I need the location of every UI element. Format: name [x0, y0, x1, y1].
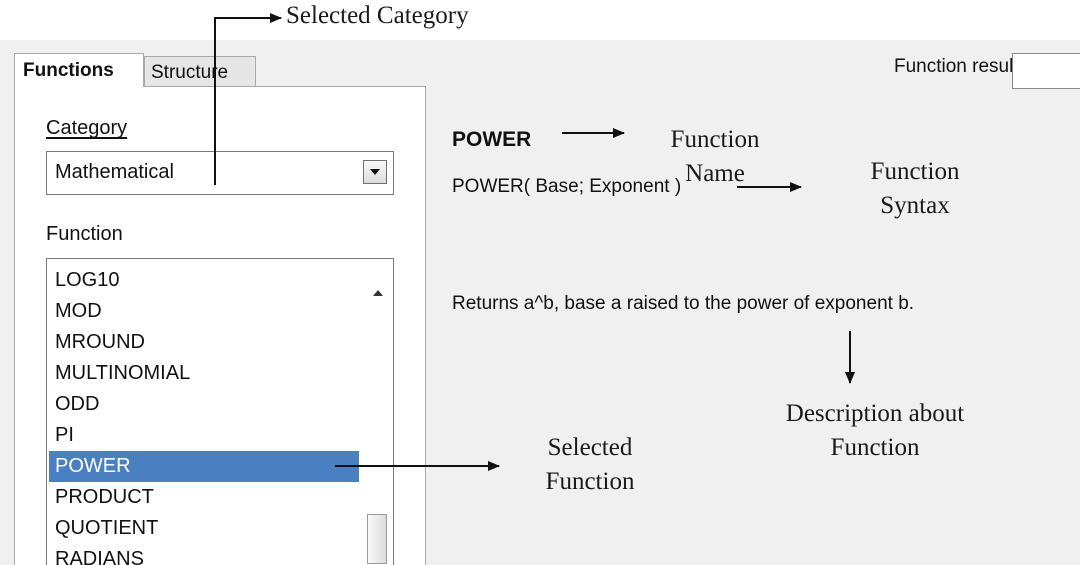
list-item-selected[interactable]: POWER — [49, 451, 359, 482]
chevron-down-icon[interactable] — [363, 160, 387, 184]
function-name: POWER — [452, 128, 532, 151]
scroll-up-arrow-icon[interactable] — [373, 283, 383, 301]
annotation-function-name-line2: Name — [685, 160, 745, 187]
list-item[interactable]: MOD — [49, 296, 359, 327]
function-result-label: Function result — [894, 56, 1019, 77]
annotation-selected-function-line2: Function — [545, 468, 635, 495]
list-item[interactable]: PI — [49, 420, 359, 451]
annotation-selected-category: Selected Category — [286, 2, 469, 29]
list-item[interactable]: LOG10 — [49, 265, 359, 296]
list-item[interactable]: MROUND — [49, 327, 359, 358]
annotation-function-syntax-line2: Syntax — [880, 192, 950, 219]
list-item[interactable]: RADIANS — [49, 544, 359, 565]
tab-functions[interactable]: Functions — [14, 53, 144, 87]
annotation-description: Description about Function — [735, 397, 1015, 465]
scrollbar-thumb[interactable] — [367, 514, 387, 564]
function-result-field[interactable] — [1012, 53, 1080, 89]
function-label: Function — [46, 223, 123, 246]
list-item[interactable]: QUOTIENT — [49, 513, 359, 544]
list-item[interactable]: MULTINOMIAL — [49, 358, 359, 389]
annotation-description-line1: Description about — [785, 400, 965, 427]
annotation-function-syntax: Function Syntax — [830, 155, 1000, 223]
function-label-text: Function — [46, 223, 123, 245]
function-description: Returns a^b, base a raised to the power … — [452, 293, 915, 314]
annotation-selected-function-line1: Selected — [547, 434, 633, 461]
annotation-selected-function: Selected Function — [520, 431, 660, 499]
function-listbox[interactable]: LOG10 MOD MROUND MULTINOMIAL ODD PI POWE… — [46, 258, 394, 565]
tab-structure[interactable]: Structure — [144, 56, 256, 87]
list-item[interactable]: ODD — [49, 389, 359, 420]
category-value: Mathematical — [55, 161, 174, 183]
annotation-function-name-line1: Function — [670, 126, 760, 153]
category-label: Category — [46, 117, 127, 140]
category-dropdown[interactable]: Mathematical — [46, 151, 394, 195]
annotation-description-line2: Function — [830, 434, 920, 461]
list-item[interactable]: PRODUCT — [49, 482, 359, 513]
annotation-function-syntax-line1: Function — [870, 158, 960, 185]
annotation-function-name: Function Name — [640, 123, 790, 191]
category-label-text: Category — [46, 117, 128, 139]
